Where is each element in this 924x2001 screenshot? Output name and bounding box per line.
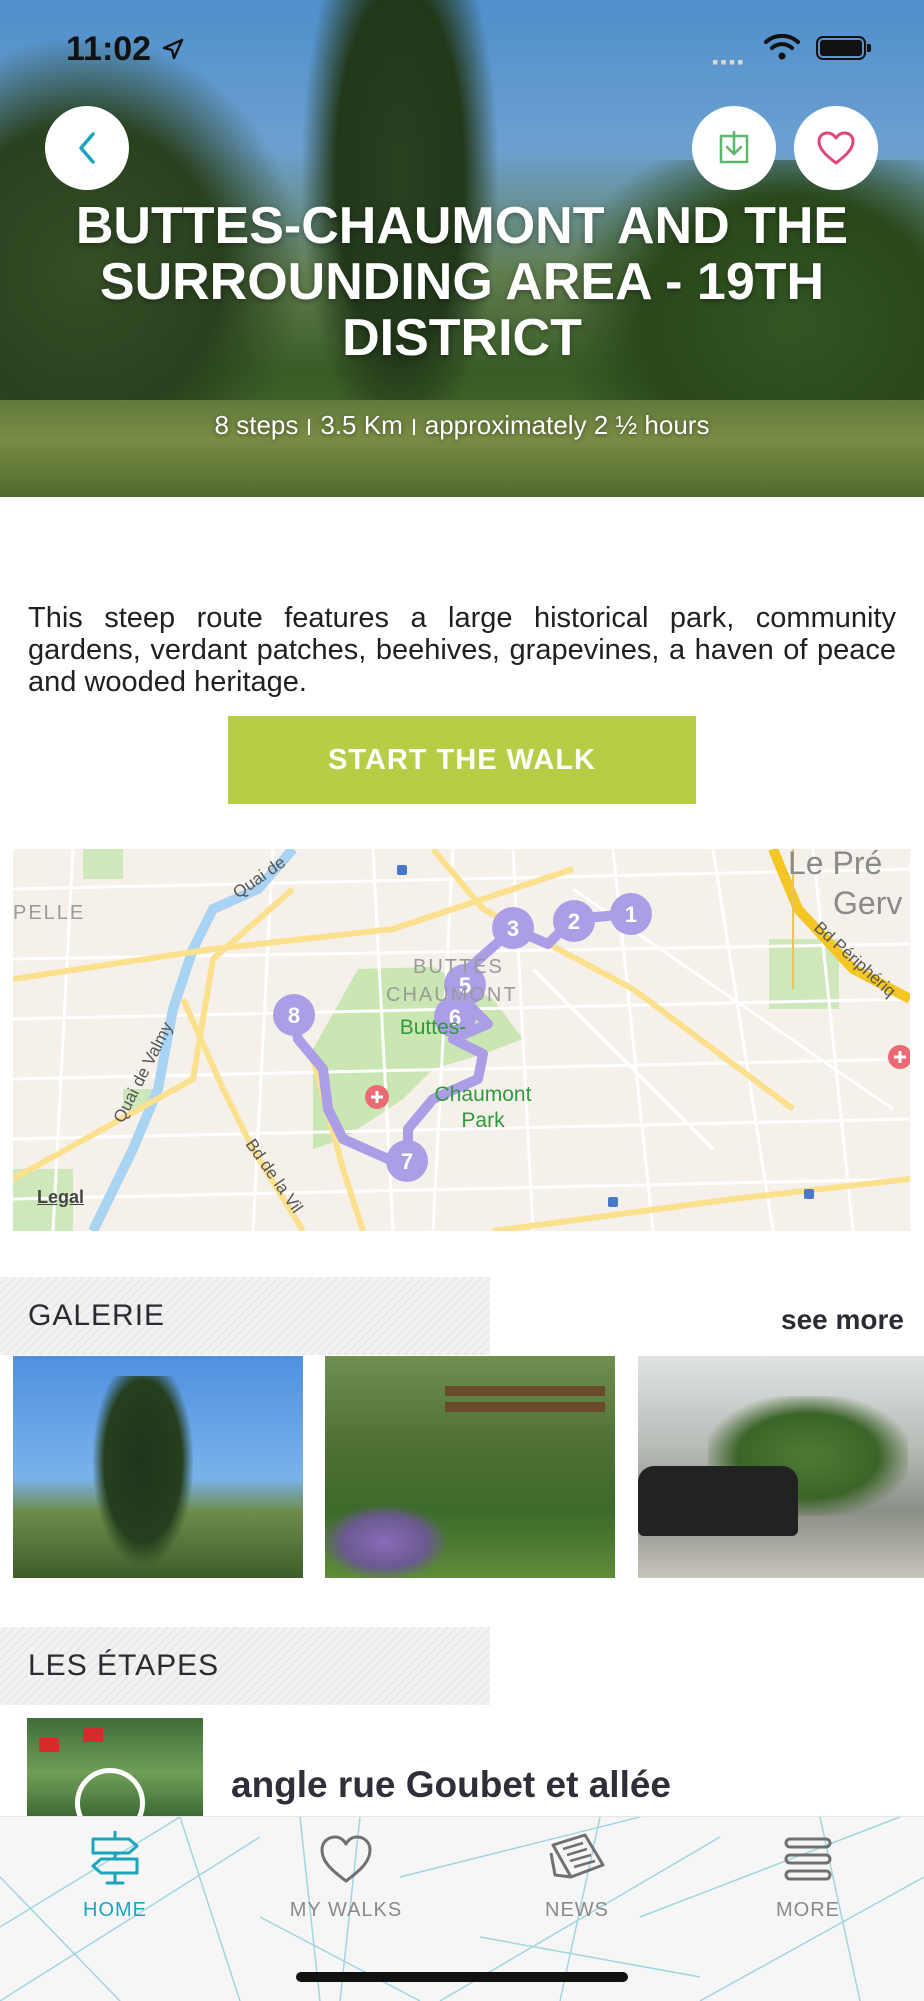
svg-text:3: 3 [507, 916, 519, 941]
home-indicator[interactable] [296, 1972, 628, 1982]
tab-my-walks-label: MY WALKS [289, 1899, 403, 1921]
menu-icon [784, 1837, 832, 1881]
route-marker-8[interactable]: 8 [273, 994, 315, 1036]
download-button[interactable] [692, 106, 776, 190]
route-marker-2[interactable]: 2 [553, 900, 595, 942]
start-walk-button[interactable]: START THE WALK [228, 716, 696, 804]
district-label-line1: BUTTES [413, 956, 504, 978]
metro-poi-icon [397, 865, 407, 875]
walk-title: BUTTES-CHAUMONT AND THE SURROUNDING AREA… [75, 197, 849, 367]
tab-home[interactable]: HOME [25, 1831, 205, 1941]
gallery-photo-1[interactable] [13, 1356, 303, 1578]
step-title: angle rue Goubet et allée [231, 1764, 672, 1805]
step-thumbnail [27, 1718, 203, 1828]
galerie-title: GALERIE [28, 1299, 166, 1332]
svg-text:7: 7 [401, 1149, 413, 1174]
walk-duration: approximately 2 ½ hours [424, 410, 710, 440]
heart-icon [817, 131, 855, 165]
status-bar: 11:02 ▪▪▪▪ [0, 0, 924, 100]
map-canvas: 1 2 3 5 6 7 8 Buttes- Chaumont Park BUTT… [13, 849, 910, 1231]
walk-distance: 3.5 Km [320, 410, 403, 440]
tab-news[interactable]: NEWS [487, 1831, 667, 1941]
gallery-photo-3[interactable] [638, 1356, 924, 1578]
gerv-label: Gerv [833, 885, 902, 921]
quai-top-label: Quai de [229, 853, 289, 903]
park-label-line3: Park [461, 1109, 505, 1132]
svg-text:8: 8 [288, 1003, 300, 1028]
back-button[interactable] [45, 106, 129, 190]
svg-text:2: 2 [568, 909, 580, 934]
route-marker-1[interactable]: 1 [610, 893, 652, 935]
district-label-line2: CHAUMONT [386, 984, 518, 1006]
walk-description: This steep route features a large histor… [28, 602, 896, 698]
tab-more[interactable]: MORE [718, 1831, 898, 1941]
status-time: 11:02 [66, 30, 152, 68]
park-label-line1: Buttes- [400, 1016, 467, 1039]
newspaper-icon [549, 1833, 605, 1879]
walk-steps: 8 steps [214, 410, 299, 440]
map-labels: Buttes- Chaumont Park BUTTES CHAUMONT PE… [13, 849, 902, 1216]
route-marker-3[interactable]: 3 [492, 907, 534, 949]
bd-villette-label: Bd de la Vil [242, 1135, 307, 1216]
walk-meta: 8 steps 3.5 Km approximately 2 ½ hours [0, 410, 924, 441]
etapes-section-header: LES ÉTAPES [0, 1627, 490, 1705]
battery-icon [816, 36, 871, 60]
hero-banner: 11:02 ▪▪▪▪ BUTTES-CHAUMONT AND THE SURRO… [0, 0, 924, 497]
map-legal-link[interactable]: Legal [37, 1187, 84, 1208]
route-marker-7[interactable]: 7 [386, 1140, 428, 1182]
svg-text:1: 1 [625, 902, 637, 927]
step-card-1[interactable]: angle rue Goubet et allée [13, 1706, 924, 1828]
download-icon [719, 130, 749, 164]
etapes-title: LES ÉTAPES [28, 1649, 220, 1682]
heart-icon [320, 1835, 372, 1883]
cellular-signal-icon: ▪▪▪▪ [712, 52, 746, 72]
chevron-left-icon [79, 132, 95, 164]
favorite-button[interactable] [794, 106, 878, 190]
location-arrow-icon [162, 38, 184, 60]
wifi-icon [764, 33, 800, 60]
le-pre-label: Le Pré [788, 849, 882, 881]
tab-more-label: MORE [776, 1899, 840, 1921]
park-label-line2: Chaumont [435, 1083, 532, 1106]
signpost-icon [91, 1831, 139, 1885]
tab-news-label: NEWS [545, 1899, 609, 1921]
tab-home-label: HOME [83, 1899, 147, 1921]
route-map[interactable]: 1 2 3 5 6 7 8 Buttes- Chaumont Park BUTT… [13, 849, 910, 1231]
tab-my-walks[interactable]: MY WALKS [256, 1831, 436, 1941]
pelle-label: PELLE [13, 902, 85, 924]
see-more-link[interactable]: see more [781, 1304, 904, 1336]
gallery-photo-2[interactable] [325, 1356, 615, 1578]
galerie-section-header: GALERIE [0, 1277, 490, 1355]
